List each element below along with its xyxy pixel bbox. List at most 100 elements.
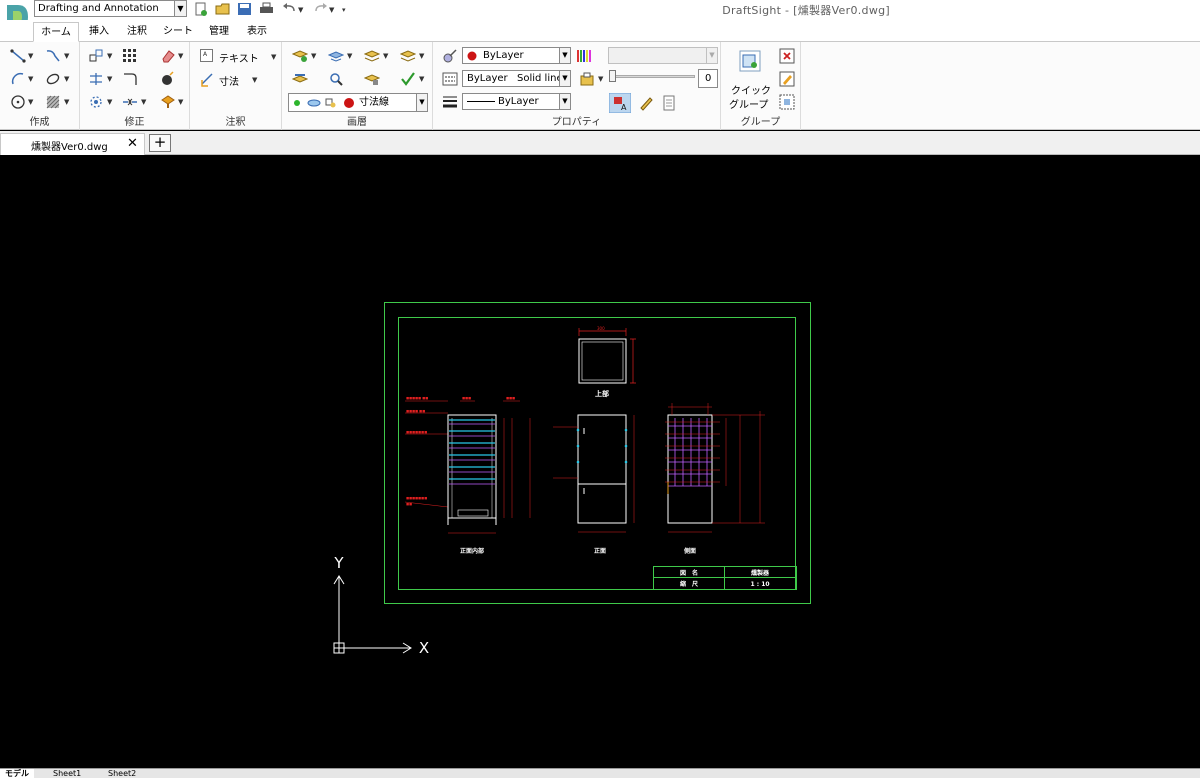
layer-manager-dropdown-icon[interactable]: ▼ (311, 52, 316, 60)
layer-color-dropdown-icon[interactable]: ▼ (598, 75, 603, 83)
ellipse-dropdown-icon[interactable]: ▼ (64, 75, 69, 83)
titleblock-value-scale: 1 : 10 (750, 581, 769, 588)
tab-home[interactable]: ホーム (33, 22, 79, 42)
front-view (553, 414, 635, 533)
fillet-icon[interactable] (122, 71, 138, 87)
tab-view[interactable]: 表示 (240, 22, 274, 42)
quick-group-label-line2[interactable]: グループ (729, 96, 768, 111)
check-dropdown-icon[interactable]: ▼ (419, 75, 424, 83)
trim-dropdown-icon[interactable]: ▼ (107, 75, 112, 83)
quick-group-label-line1[interactable]: クイック (731, 82, 771, 97)
layer-color-icon[interactable] (579, 71, 595, 87)
arc-dropdown-icon[interactable]: ▼ (28, 75, 33, 83)
red-color-swatch-icon (467, 51, 477, 61)
edit-group-icon[interactable] (779, 71, 795, 87)
hatch-tool-icon[interactable] (45, 94, 61, 110)
model-space-drawing: 300 上部 ■■■■■ ■■ ■■■■ ■■ ■■■■■■■ ■■■■■■■ … (333, 302, 811, 657)
workspace-select[interactable]: Drafting and Annotation ▼ (34, 0, 187, 17)
properties-paint-icon[interactable] (160, 94, 176, 110)
stretch-icon[interactable] (122, 94, 138, 110)
layer-state-dropdown-icon[interactable]: ▼ (347, 52, 352, 60)
layer-match-icon[interactable] (292, 71, 308, 87)
circle-dropdown-icon[interactable]: ▼ (28, 98, 33, 106)
sheet-tab-model[interactable]: モデル (0, 769, 34, 778)
layer-off-icon[interactable] (400, 48, 416, 64)
stretch-dropdown-icon[interactable]: ▼ (141, 98, 146, 106)
layer-state-icon[interactable] (328, 48, 344, 64)
drawing-canvas[interactable]: 300 上部 ■■■■■ ■■ ■■■■ ■■ ■■■■■■■ ■■■■■■■ … (0, 156, 1200, 768)
sheet-tab-sheet2[interactable]: Sheet2 (103, 769, 141, 778)
rotate-dropdown-icon[interactable]: ▼ (107, 98, 112, 106)
save-icon[interactable] (237, 2, 252, 16)
lineweight-icon[interactable] (442, 94, 458, 110)
color-bars-icon[interactable] (576, 48, 592, 64)
line-dropdown-icon[interactable]: ▼ (28, 52, 33, 60)
polyline-tool-icon[interactable] (45, 48, 61, 64)
line-tool-icon[interactable] (10, 48, 26, 64)
side-view-label: 側面 (683, 547, 696, 555)
polyline-dropdown-icon[interactable]: ▼ (64, 52, 69, 60)
dimension-tool-icon[interactable] (200, 72, 216, 88)
circle-tool-icon[interactable] (10, 94, 26, 110)
show-lineweight-toggle-icon[interactable]: A (609, 93, 631, 113)
explode-icon[interactable] (160, 71, 176, 87)
quick-group-icon[interactable] (739, 50, 761, 72)
text-tool-icon[interactable]: A (200, 49, 213, 62)
close-icon[interactable]: ✕ (127, 136, 138, 151)
layer-manager-icon[interactable] (292, 48, 308, 64)
eraser-icon[interactable] (160, 48, 176, 64)
rotate-icon[interactable] (88, 94, 104, 110)
redo-dropdown-icon[interactable]: ▼ (329, 6, 334, 14)
match-properties-icon[interactable] (442, 48, 458, 64)
tab-manage[interactable]: 管理 (202, 22, 236, 42)
new-document-tab-button[interactable]: + (149, 134, 171, 152)
sheet-tab-sheet1[interactable]: Sheet1 (48, 769, 86, 778)
linestyle-select[interactable]: ByLayer Solid line ▼ (462, 70, 571, 87)
print-icon[interactable] (259, 2, 274, 16)
undo-dropdown-icon[interactable]: ▼ (298, 6, 303, 14)
color-select[interactable]: ByLayer ▼ (462, 47, 571, 64)
layer-previous-dropdown-icon[interactable]: ▼ (383, 52, 388, 60)
layer-lock-icon[interactable] (364, 71, 380, 87)
tab-sheet[interactable]: シート (158, 22, 198, 42)
arc-tool-icon[interactable] (10, 71, 26, 87)
plot-style-select[interactable]: ▼ (608, 47, 718, 64)
paint-dropdown-icon[interactable]: ▼ (178, 98, 183, 106)
pattern-array-icon[interactable] (122, 48, 138, 64)
ucs-icon (333, 575, 412, 654)
pencil-icon[interactable] (638, 95, 654, 111)
undo-icon[interactable] (282, 2, 297, 16)
ungroup-icon[interactable] (779, 48, 795, 64)
layer-isolate-icon[interactable] (328, 71, 344, 87)
layers-panel: ▼ ▼ ▼ ▼ ▼ 寸法線 ▼ 画層 (282, 42, 433, 130)
document-icon[interactable] (661, 95, 677, 111)
layer-previous-icon[interactable] (364, 48, 380, 64)
open-folder-icon[interactable] (215, 2, 230, 16)
check-icon[interactable] (400, 71, 416, 87)
new-file-icon[interactable] (193, 2, 208, 16)
properties-panel: ByLayer ▼ ▼ ByLayer Solid line ▼ ▼ 0 ByL… (433, 42, 721, 130)
redo-icon[interactable] (313, 2, 328, 16)
dimension-tool-label[interactable]: 寸法 (219, 73, 239, 88)
tab-annotate[interactable]: 注釈 (120, 22, 154, 42)
dimension-dropdown-icon[interactable]: ▼ (252, 76, 257, 84)
erase-dropdown-icon[interactable]: ▼ (178, 52, 183, 60)
linestyle-icon[interactable] (442, 71, 458, 87)
move-dropdown-icon[interactable]: ▼ (107, 52, 112, 60)
ellipse-tool-icon[interactable] (45, 71, 61, 87)
tab-insert[interactable]: 挿入 (82, 22, 116, 42)
transparency-input[interactable]: 0 (698, 69, 718, 88)
text-dropdown-icon[interactable]: ▼ (271, 53, 276, 61)
annotate-panel-label: 注釈 (225, 117, 246, 128)
layer-state-icons (294, 98, 354, 108)
trim-icon[interactable] (88, 71, 104, 87)
text-tool-label[interactable]: テキスト (219, 50, 259, 65)
layer-off-dropdown-icon[interactable]: ▼ (419, 52, 424, 60)
group-selection-icon[interactable] (779, 94, 795, 110)
document-tab[interactable]: 燻製器Ver0.dwg ✕ (0, 133, 145, 155)
transparency-slider-thumb[interactable] (609, 70, 616, 82)
move-copy-icon[interactable] (88, 48, 104, 64)
customize-quick-access-icon[interactable]: ▾ (342, 6, 346, 14)
transparency-slider-track[interactable] (609, 75, 695, 78)
hatch-dropdown-icon[interactable]: ▼ (64, 98, 69, 106)
